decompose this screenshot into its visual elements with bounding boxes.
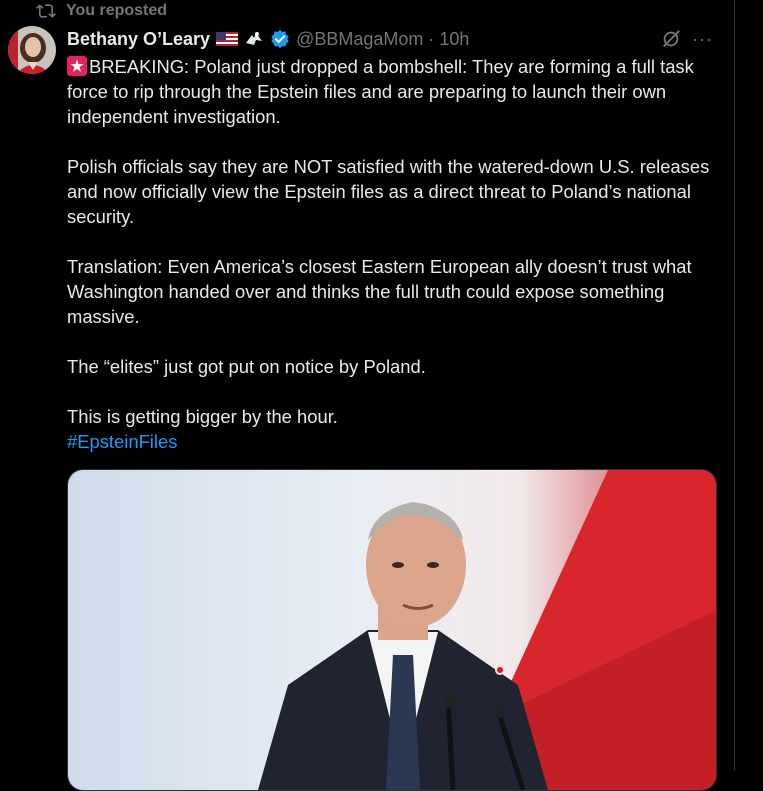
timeline-border bbox=[734, 0, 735, 771]
verified-badge-icon[interactable] bbox=[270, 29, 290, 49]
post-image[interactable] bbox=[67, 469, 717, 791]
siren-icon bbox=[67, 56, 87, 76]
grok-icon[interactable] bbox=[660, 28, 682, 50]
avatar[interactable] bbox=[8, 26, 56, 74]
paragraph-2: Polish officials say they are NOT satisf… bbox=[67, 156, 710, 227]
post-body: BREAKING: Poland just dropped a bombshel… bbox=[67, 54, 717, 454]
repost-label: You reposted bbox=[66, 2, 168, 19]
us-flag-icon bbox=[216, 32, 239, 46]
repost-indicator[interactable]: You reposted bbox=[36, 0, 167, 22]
paragraph-5-text: This is getting bigger by the hour. bbox=[67, 406, 338, 427]
hashtag-link[interactable]: #EpsteinFiles bbox=[67, 431, 177, 452]
paragraph-1: BREAKING: Poland just dropped a bombshel… bbox=[67, 54, 717, 129]
eagle-icon bbox=[246, 32, 263, 45]
paragraph-1-text: BREAKING: Poland just dropped a bombshel… bbox=[67, 56, 694, 127]
post-header: Bethany O’Leary @BBMagaMom · 10h bbox=[67, 27, 723, 51]
repost-icon bbox=[36, 4, 56, 18]
author-name[interactable]: Bethany O’Leary bbox=[67, 29, 210, 50]
author-handle[interactable]: @BBMagaMom bbox=[296, 29, 423, 50]
paragraph-3: Translation: Even America’s closest East… bbox=[67, 256, 692, 327]
more-icon[interactable]: ··· bbox=[692, 30, 714, 48]
paragraph-5: This is getting bigger by the hour. #Epst… bbox=[67, 404, 717, 454]
paragraph-4: The “elites” just got put on notice by P… bbox=[67, 356, 426, 377]
separator-dot: · bbox=[428, 28, 435, 49]
post-timestamp[interactable]: 10h bbox=[439, 29, 469, 50]
